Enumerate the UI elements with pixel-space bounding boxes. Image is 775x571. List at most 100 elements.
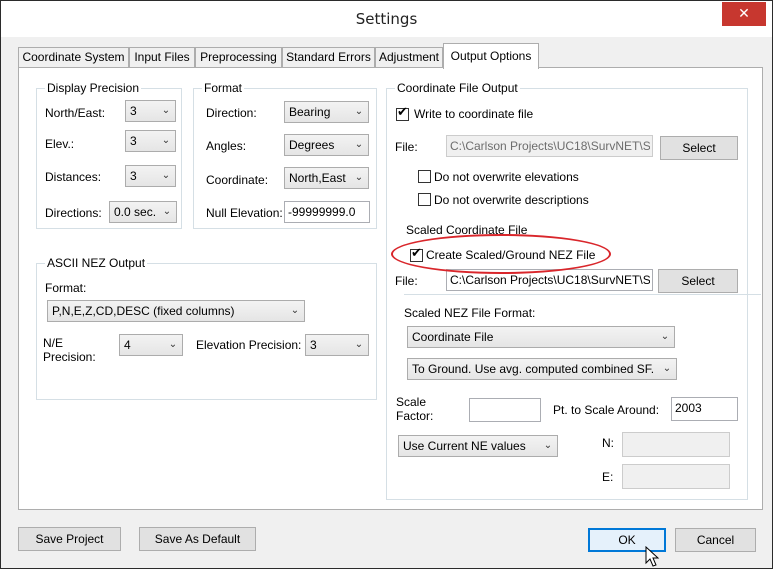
checkmark-icon: ✔: [411, 246, 422, 261]
create-scaled-nez-checkbox[interactable]: ✔: [410, 246, 423, 262]
elevation-precision-value: 3: [310, 338, 317, 352]
chevron-down-icon: ⌄: [168, 339, 178, 350]
distances-precision-select[interactable]: 3 ⌄: [125, 165, 176, 187]
coordinate-label: Coordinate:: [206, 173, 269, 187]
no-overwrite-descriptions-checkbox[interactable]: [418, 193, 431, 206]
no-overwrite-descriptions-label: Do not overwrite descriptions: [434, 193, 589, 207]
elev-label: Elev.:: [45, 137, 75, 151]
save-as-default-button[interactable]: Save As Default: [139, 527, 256, 551]
cancel-button[interactable]: Cancel: [675, 528, 756, 552]
chevron-down-icon: ⌄: [662, 363, 672, 374]
scaled-format-value: Coordinate File: [412, 330, 494, 344]
scale-method-select[interactable]: To Ground. Use avg. computed combined SF…: [407, 358, 677, 380]
ne-values-select[interactable]: Use Current NE values ⌄: [398, 435, 558, 457]
pt-scale-around-input[interactable]: 2003: [671, 397, 738, 421]
coordinate-file-path-value: C:\Carlson Projects\UC18\SurvNET\S: [450, 139, 650, 153]
directions-precision-select[interactable]: 0.0 sec. ⌄: [109, 201, 177, 223]
scaled-section-divider: [404, 294, 761, 295]
no-overwrite-elevations-checkbox[interactable]: [418, 170, 431, 183]
scaled-file-path-value: C:\Carlson Projects\UC18\SurvNET\S: [450, 273, 650, 287]
chevron-down-icon: ⌄: [354, 106, 364, 117]
close-button[interactable]: ✕: [722, 2, 766, 26]
coordinate-file-select-button[interactable]: Select: [660, 136, 738, 160]
scaled-file-label: File:: [395, 274, 418, 288]
chevron-down-icon: ⌄: [161, 170, 171, 181]
chevron-down-icon: ⌄: [543, 440, 553, 451]
title-bar: Settings ✕: [1, 1, 772, 37]
coordinate-order-select[interactable]: North,East ⌄: [284, 167, 369, 189]
elev-precision-value: 3: [130, 134, 137, 148]
e-label: E:: [602, 470, 614, 484]
ne-precision-label-2: Precision:: [43, 350, 96, 364]
tab-adjustment[interactable]: Adjustment: [375, 47, 443, 67]
tab-standard-errors[interactable]: Standard Errors: [282, 47, 375, 67]
ascii-format-label: Format:: [45, 281, 87, 295]
e-coordinate-input[interactable]: [622, 464, 730, 489]
elevation-precision-label: Elevation Precision:: [196, 338, 302, 352]
north-east-label: North/East:: [45, 106, 106, 120]
north-east-precision-select[interactable]: 3 ⌄: [125, 100, 176, 122]
display-precision-title: Display Precision: [45, 81, 142, 95]
chevron-down-icon: ⌄: [290, 305, 300, 316]
settings-dialog: Settings ✕ Coordinate System Input Files…: [0, 0, 773, 569]
distances-label: Distances:: [45, 170, 102, 184]
ne-values-value: Use Current NE values: [403, 439, 526, 453]
elevation-precision-select[interactable]: 3 ⌄: [305, 334, 369, 356]
scale-factor-input[interactable]: [469, 398, 541, 422]
tab-preprocessing[interactable]: Preprocessing: [195, 47, 282, 67]
ascii-nez-output-group: ASCII NEZ Output: [36, 256, 377, 400]
ne-precision-select[interactable]: 4 ⌄: [119, 334, 183, 356]
coordinate-order-value: North,East: [289, 171, 346, 185]
chevron-down-icon: ⌄: [354, 139, 364, 150]
format-title: Format: [202, 81, 245, 95]
scaled-format-select[interactable]: Coordinate File ⌄: [407, 326, 675, 348]
directions-label: Directions:: [45, 206, 102, 220]
close-icon: ✕: [738, 6, 750, 22]
null-elevation-value: -99999999.0: [288, 205, 356, 219]
ascii-format-select[interactable]: P,N,E,Z,CD,DESC (fixed columns) ⌄: [47, 300, 305, 322]
tab-coordinate-system[interactable]: Coordinate System: [18, 47, 129, 67]
write-coordinate-file-label: Write to coordinate file: [414, 107, 534, 121]
coordinate-file-path-input[interactable]: C:\Carlson Projects\UC18\SurvNET\S: [446, 135, 653, 157]
scaled-file-path-input[interactable]: C:\Carlson Projects\UC18\SurvNET\S: [446, 269, 653, 291]
chevron-down-icon: ⌄: [354, 172, 364, 183]
mouse-pointer-icon: [645, 546, 660, 567]
tab-input-files[interactable]: Input Files: [129, 47, 195, 67]
angles-value: Degrees: [289, 138, 335, 152]
n-coordinate-input[interactable]: [622, 432, 730, 457]
checkmark-icon: ✔: [397, 105, 408, 120]
coordinate-file-output-title: Coordinate File Output: [395, 81, 520, 95]
null-elevation-label: Null Elevation:: [206, 206, 283, 220]
ne-precision-value: 4: [124, 338, 131, 352]
ascii-nez-title: ASCII NEZ Output: [45, 256, 148, 270]
direction-label: Direction:: [206, 106, 257, 120]
chevron-down-icon: ⌄: [162, 206, 172, 217]
chevron-down-icon: ⌄: [161, 135, 171, 146]
direction-select[interactable]: Bearing ⌄: [284, 101, 369, 123]
create-scaled-nez-label: Create Scaled/Ground NEZ File: [426, 248, 596, 262]
scale-factor-label-2: Factor:: [396, 409, 434, 423]
ascii-format-value: P,N,E,Z,CD,DESC (fixed columns): [52, 304, 235, 318]
chevron-down-icon: ⌄: [354, 339, 364, 350]
pt-scale-around-label: Pt. to Scale Around:: [553, 403, 660, 417]
write-coordinate-file-checkbox[interactable]: ✔: [396, 105, 409, 121]
null-elevation-input[interactable]: -99999999.0: [284, 201, 370, 223]
tab-output-options[interactable]: Output Options: [443, 43, 539, 69]
window-title: Settings: [355, 10, 418, 28]
north-east-precision-value: 3: [130, 104, 137, 118]
no-overwrite-elevations-label: Do not overwrite elevations: [434, 170, 579, 184]
scale-factor-label-1: Scale: [396, 395, 427, 409]
chevron-down-icon: ⌄: [660, 331, 670, 342]
angles-select[interactable]: Degrees ⌄: [284, 134, 369, 156]
scaled-coordinate-file-title: Scaled Coordinate File: [404, 223, 530, 237]
n-label: N:: [602, 436, 614, 450]
scaled-format-label: Scaled NEZ File Format:: [404, 306, 536, 320]
direction-value: Bearing: [289, 105, 331, 119]
save-project-button[interactable]: Save Project: [18, 527, 121, 551]
directions-precision-value: 0.0 sec.: [114, 205, 157, 219]
pt-scale-around-value: 2003: [675, 401, 702, 415]
elev-precision-select[interactable]: 3 ⌄: [125, 130, 176, 152]
scaled-file-select-button[interactable]: Select: [658, 269, 738, 293]
angles-label: Angles:: [206, 139, 247, 153]
chevron-down-icon: ⌄: [161, 105, 171, 116]
